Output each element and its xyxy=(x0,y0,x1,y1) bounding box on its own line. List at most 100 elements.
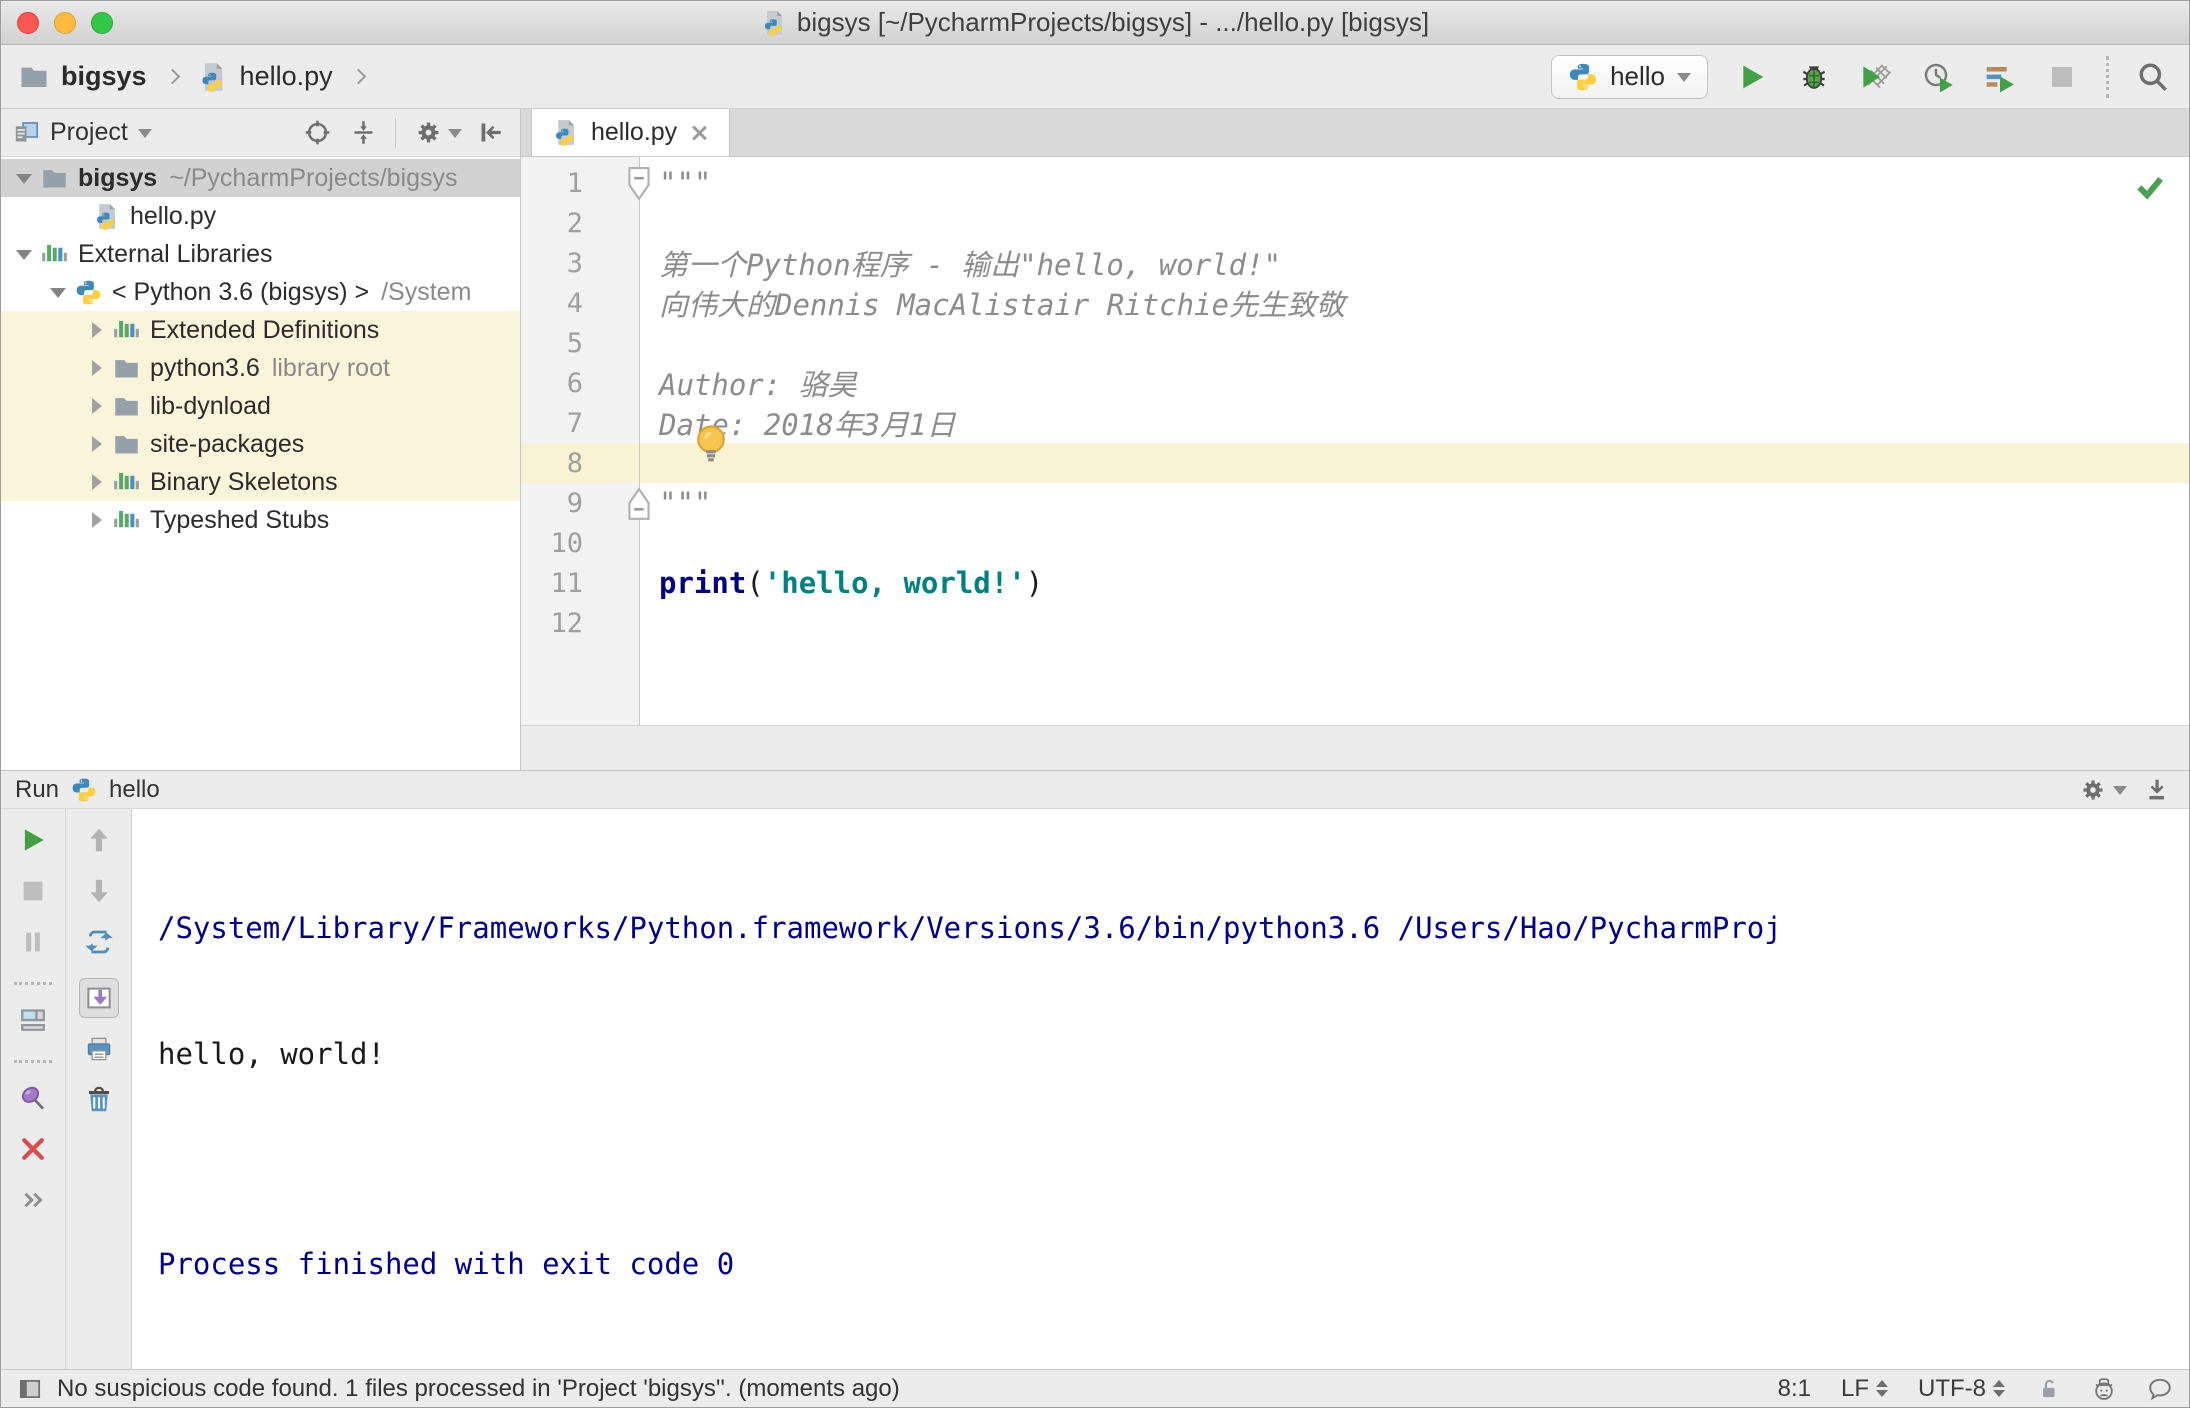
run-console[interactable]: /System/Library/Frameworks/Python.framew… xyxy=(132,809,2189,1369)
more-actions-button[interactable] xyxy=(18,1185,48,1220)
chevron-expanded-icon[interactable] xyxy=(9,241,39,268)
code-line: 向伟大的Dennis MacAlistair Ritchie先生致敬 xyxy=(659,288,1345,322)
python-icon xyxy=(71,777,97,803)
folder-icon xyxy=(41,165,68,192)
tree-item-python3-6[interactable]: python3.6 library root xyxy=(1,349,520,387)
hide-panel-button[interactable] xyxy=(472,115,508,151)
tree-item-external-libraries[interactable]: External Libraries xyxy=(1,235,520,273)
layout-icon xyxy=(18,1005,48,1035)
intention-bulb-icon[interactable] xyxy=(689,421,733,465)
chevron-collapsed-icon[interactable] xyxy=(81,512,111,528)
inspection-ok-icon[interactable] xyxy=(2133,169,2167,203)
tree-item-python-sdk[interactable]: < Python 3.6 (bigsys) > /System xyxy=(1,273,520,311)
chevron-collapsed-icon[interactable] xyxy=(81,436,111,452)
fold-region-end-icon[interactable] xyxy=(625,486,653,522)
chevron-right-icon xyxy=(350,68,366,85)
event-log-bubble-icon[interactable] xyxy=(2147,1376,2173,1402)
tree-item-label: site-packages xyxy=(150,429,305,458)
unlock-icon[interactable] xyxy=(2035,1376,2061,1402)
encoding-select[interactable]: UTF-8 xyxy=(1918,1375,2005,1403)
debug-button[interactable] xyxy=(1796,59,1832,95)
rerun-button[interactable] xyxy=(18,825,48,860)
run-icon xyxy=(18,825,48,855)
project-panel-title[interactable]: Project xyxy=(50,118,128,147)
code-line: Author: 骆昊 xyxy=(659,368,857,402)
run-button[interactable] xyxy=(1734,59,1770,95)
titlebar: bigsys [~/PycharmProjects/bigsys] - .../… xyxy=(1,1,2189,45)
toolbar-separator xyxy=(395,117,396,148)
run-panel-title[interactable]: Run xyxy=(15,776,59,804)
tree-item-binary-skeletons[interactable]: Binary Skeletons xyxy=(1,463,520,501)
breadcrumb-project[interactable]: bigsys xyxy=(61,61,147,92)
stop-process-button[interactable] xyxy=(18,876,48,911)
close-tab-icon[interactable] xyxy=(689,123,709,143)
tab-hello-py[interactable]: hello.py xyxy=(531,109,731,156)
line-separator-select[interactable]: LF xyxy=(1841,1375,1888,1403)
hide-run-panel-button[interactable] xyxy=(2139,772,2175,808)
minimize-window-button[interactable] xyxy=(54,11,76,34)
pin-tab-button[interactable] xyxy=(18,1083,48,1118)
down-stacktrace-button[interactable] xyxy=(84,876,114,911)
library-icon xyxy=(41,241,68,268)
code-editor[interactable]: 1 """ 2 3 第一个Python程序 - 输出"hello, world!" … xyxy=(521,157,2189,725)
line-number: 10 xyxy=(550,527,583,559)
arrow-up-icon xyxy=(84,825,114,855)
clear-all-button[interactable] xyxy=(84,1085,114,1120)
run-with-coverage-button[interactable] xyxy=(1858,59,1894,95)
line-number: 11 xyxy=(550,567,583,599)
line-number: 7 xyxy=(566,407,583,439)
breadcrumb-file[interactable]: hello.py xyxy=(240,61,333,92)
folder-icon xyxy=(113,431,140,458)
line-number: 6 xyxy=(566,367,583,399)
collapse-all-button[interactable] xyxy=(345,115,381,151)
tree-item-bigsys[interactable]: bigsys ~/PycharmProjects/bigsys xyxy=(1,159,520,197)
stop-button[interactable] xyxy=(2044,59,2080,95)
close-x-icon xyxy=(18,1134,48,1164)
zoom-window-button[interactable] xyxy=(91,11,113,34)
chevron-collapsed-icon[interactable] xyxy=(81,360,111,376)
profiler-icon xyxy=(1922,61,1954,93)
tree-item-extended-definitions[interactable]: Extended Definitions xyxy=(1,311,520,349)
chevron-collapsed-icon[interactable] xyxy=(81,474,111,490)
tree-item-label: bigsys xyxy=(78,163,158,192)
folder-icon xyxy=(113,393,140,420)
soft-wrap-icon xyxy=(84,927,114,957)
locate-file-button[interactable] xyxy=(299,115,335,151)
chevron-collapsed-icon[interactable] xyxy=(81,398,111,414)
close-run-tab-button[interactable] xyxy=(18,1134,48,1169)
tree-item-site-packages[interactable]: site-packages xyxy=(1,425,520,463)
chevron-down-icon[interactable] xyxy=(137,128,152,145)
window-title-area: bigsys [~/PycharmProjects/bigsys] - .../… xyxy=(1,7,2189,38)
gear-icon xyxy=(415,119,442,146)
up-stacktrace-button[interactable] xyxy=(84,825,114,860)
run-configuration-select[interactable]: hello xyxy=(1551,54,1708,99)
inspector-profile-icon[interactable] xyxy=(2091,1376,2117,1402)
profiler-button[interactable] xyxy=(1920,59,1956,95)
caret-position[interactable]: 8:1 xyxy=(1778,1375,1811,1403)
panel-settings-button[interactable] xyxy=(410,115,446,151)
toolbar-separator xyxy=(2106,55,2109,98)
run-toolbar-group: hello xyxy=(1551,54,2171,99)
collapse-all-icon xyxy=(350,119,377,146)
bug-icon xyxy=(1798,61,1830,93)
tree-item-hello-py[interactable]: hello.py xyxy=(1,197,520,235)
library-icon xyxy=(113,317,140,344)
chevron-collapsed-icon[interactable] xyxy=(81,322,111,338)
tree-item-typeshed-stubs[interactable]: Typeshed Stubs xyxy=(1,501,520,539)
soft-wrap-button[interactable] xyxy=(84,927,114,962)
close-window-button[interactable] xyxy=(17,11,39,34)
toolwindow-toggle-icon[interactable] xyxy=(17,1376,43,1402)
scroll-to-end-button[interactable] xyxy=(78,978,119,1018)
restore-layout-button[interactable] xyxy=(18,1005,48,1040)
gutter-divider xyxy=(639,157,640,725)
concurrency-diagram-button[interactable] xyxy=(1982,59,2018,95)
run-panel-settings-button[interactable] xyxy=(2075,772,2111,808)
chevron-expanded-icon[interactable] xyxy=(9,165,39,192)
chevron-expanded-icon[interactable] xyxy=(43,279,73,306)
search-everywhere-button[interactable] xyxy=(2135,59,2171,95)
tree-item-label: Typeshed Stubs xyxy=(150,505,330,534)
print-button[interactable] xyxy=(84,1034,114,1069)
fold-region-start-icon[interactable] xyxy=(625,166,653,202)
tree-item-lib-dynload[interactable]: lib-dynload xyxy=(1,387,520,425)
pause-output-button[interactable] xyxy=(18,927,48,962)
